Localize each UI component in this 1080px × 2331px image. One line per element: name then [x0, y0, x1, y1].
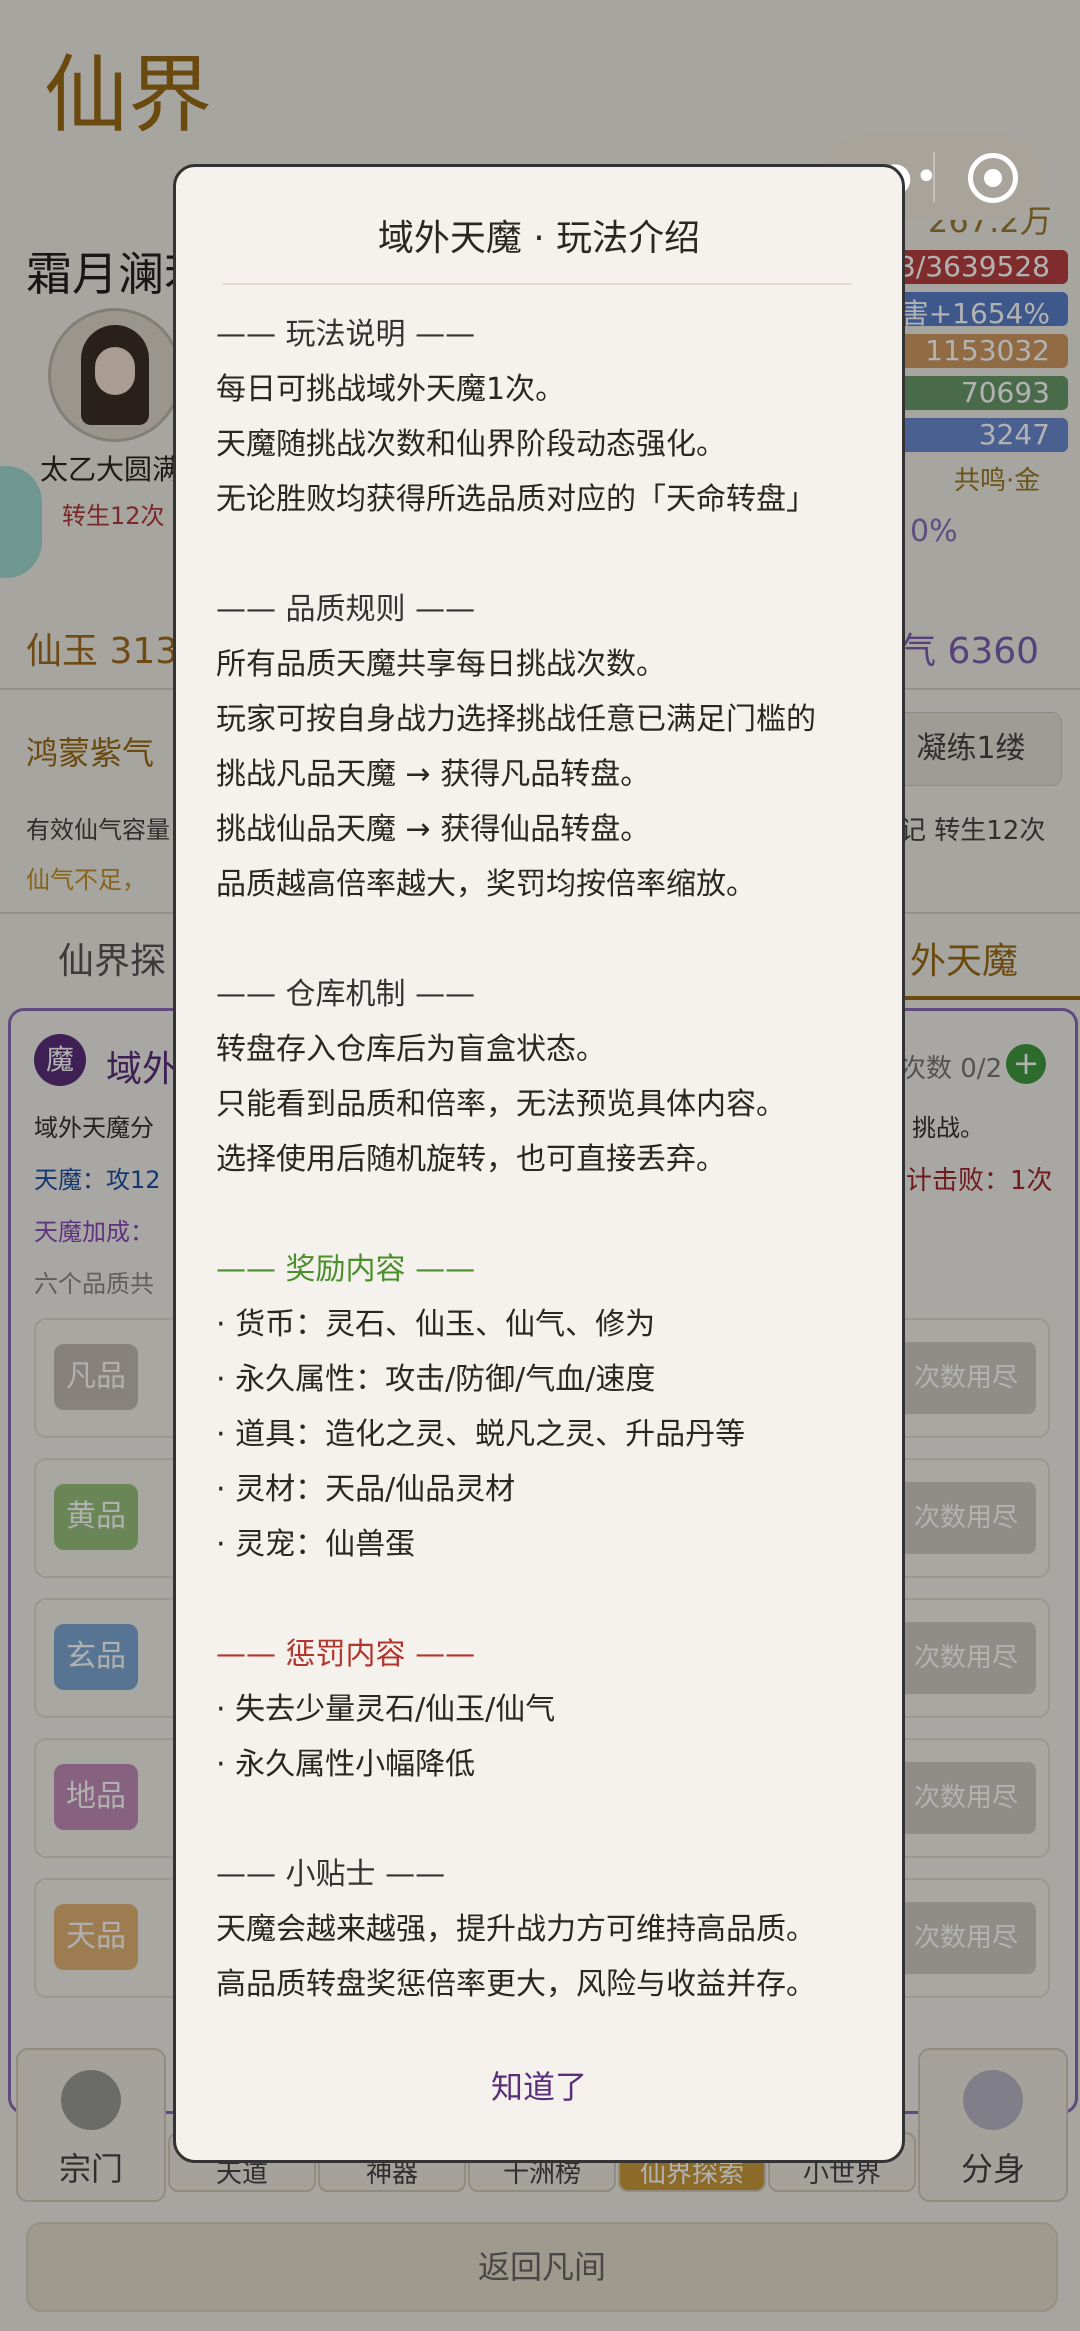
tip-line: 高品质转盘奖惩倍率更大，风险与收益并存。	[216, 1967, 816, 2002]
modal-title: 域外天魔 · 玩法介绍	[377, 218, 701, 259]
rule-line: 所有品质天魔共享每日挑战次数。	[216, 647, 666, 682]
rule-line: 转盘存入仓库后为盲盒状态。	[216, 1032, 606, 1067]
capsule-divider	[933, 152, 935, 202]
rule-line: 品质越高倍率越大，奖罚均按倍率缩放。	[216, 867, 756, 902]
penalty-line: · 永久属性小幅降低	[216, 1747, 476, 1782]
section-heading: —— 仓库机制 ——	[216, 977, 476, 1012]
section-heading: —— 奖励内容 ——	[216, 1252, 476, 1287]
section-heading: —— 惩罚内容 ——	[216, 1637, 476, 1672]
rule-line: 每日可挑战域外天魔1次。	[216, 372, 566, 407]
section-heading: —— 小贴士 ——	[216, 1857, 446, 1892]
section-heading: —— 玩法说明 ——	[216, 317, 476, 352]
reward-line: · 灵材：天品/仙品灵材	[216, 1472, 516, 1507]
section-heading: —— 品质规则 ——	[216, 592, 476, 627]
rule-line: 选择使用后随机旋转，也可直接丢弃。	[216, 1142, 726, 1177]
reward-line: · 道具：造化之灵、蜕凡之灵、升品丹等	[216, 1417, 746, 1452]
rule-line: 无论胜败均获得所选品质对应的「天命转盘」	[216, 482, 816, 517]
intro-modal: 域外天魔 · 玩法介绍 —— 玩法说明 —— 每日可挑战域外天魔1次。 天魔随挑…	[173, 164, 905, 2163]
reward-line: · 货币：灵石、仙玉、仙气、修为	[216, 1307, 656, 1342]
tip-line: 天魔会越来越强，提升战力方可维持高品质。	[216, 1912, 816, 1947]
rule-line: 天魔随挑战次数和仙界阶段动态强化。	[216, 427, 726, 462]
reward-line: · 灵宠：仙兽蛋	[216, 1527, 416, 1562]
rule-line: 挑战仙品天魔 → 获得仙品转盘。	[216, 812, 651, 847]
rule-line: 只能看到品质和倍率，无法预览具体内容。	[216, 1087, 786, 1122]
reward-line: · 永久属性：攻击/防御/气血/速度	[216, 1362, 656, 1397]
modal-body: —— 玩法说明 —— 每日可挑战域外天魔1次。 天魔随挑战次数和仙界阶段动态强化…	[216, 307, 876, 2012]
got-it-button[interactable]: 知道了	[176, 2062, 902, 2108]
penalty-line: · 失去少量灵石/仙玉/仙气	[216, 1692, 556, 1727]
rule-line: 玩家可按自身战力选择挑战任意已满足门槛的	[216, 702, 816, 737]
rule-line: 挑战凡品天魔 → 获得凡品转盘。	[216, 757, 651, 792]
modal-divider	[222, 283, 852, 285]
close-miniprogram-icon[interactable]	[968, 153, 1018, 203]
